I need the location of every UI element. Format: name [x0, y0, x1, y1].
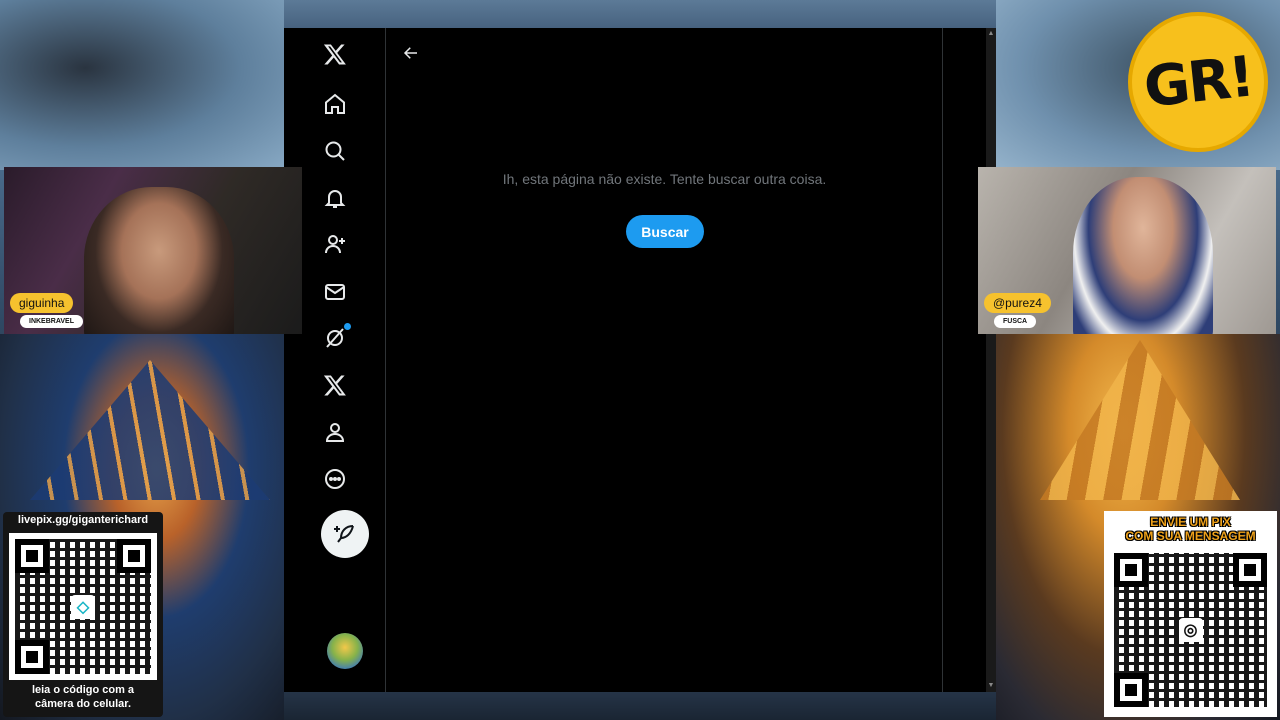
logo-text: GR!	[1140, 44, 1256, 120]
back-arrow-icon[interactable]	[398, 40, 424, 66]
post-button[interactable]	[321, 510, 369, 558]
premium-x-icon[interactable]	[317, 367, 353, 403]
background-strip-top	[284, 0, 996, 28]
qr-finder-top-right	[117, 539, 151, 573]
search-icon[interactable]	[317, 133, 353, 169]
cam-left-name: giguinha	[10, 293, 74, 313]
scroll-up-arrow-icon[interactable]: ▲	[986, 30, 996, 38]
cam-right-name: @purez4	[984, 293, 1051, 313]
webcam-left: giguinha INKEBRAVEL	[4, 167, 302, 334]
feather-plus-icon	[334, 525, 354, 543]
scrollbar[interactable]: ▲ ▼	[986, 28, 996, 692]
pix-panel-left: livepix.gg/giganterichard ◇ leia o códig…	[3, 512, 163, 717]
qr-finder-top-right	[1233, 553, 1267, 587]
add-user-icon[interactable]	[317, 226, 353, 262]
pix-logo-icon: ◇	[71, 594, 95, 619]
scroll-down-arrow-icon[interactable]: ▼	[986, 682, 996, 690]
background-strip-bottom	[284, 692, 996, 720]
qr-finder-top-left	[1114, 553, 1148, 587]
pix-caption-line2: câmera do celular.	[35, 698, 131, 710]
more-icon[interactable]	[317, 461, 353, 497]
pix-url: livepix.gg/giganterichard	[17, 514, 149, 526]
pix-headline-line2: COM SUA MENSAGEM	[1125, 529, 1256, 543]
mail-icon[interactable]	[317, 274, 353, 310]
main-column: Ih, esta página não existe. Tente buscar…	[386, 28, 943, 692]
search-button[interactable]: Buscar	[626, 215, 704, 248]
pix-caption: leia o código com a câmera do celular.	[3, 683, 163, 711]
pix-qr-code-right: ◎	[1108, 547, 1273, 713]
streamer-right	[1073, 177, 1213, 334]
qr-finder-top-left	[15, 539, 49, 573]
home-icon[interactable]	[317, 86, 353, 122]
background-scenery-left	[0, 0, 284, 170]
pix-qr-code: ◇	[9, 533, 157, 680]
qr-finder-bottom-left	[1114, 673, 1148, 707]
webcam-right: @purez4 FUSCA	[978, 167, 1276, 334]
x-sidebar-nav	[284, 28, 386, 692]
notification-dot	[344, 323, 351, 330]
x-logo-icon[interactable]	[317, 36, 353, 72]
pix-headline: ENVIE UM PIX COM SUA MENSAGEM	[1104, 515, 1277, 543]
account-avatar[interactable]	[327, 633, 363, 669]
x-app-window: Ih, esta página não existe. Tente buscar…	[284, 28, 996, 692]
cam-right-subtitle: FUSCA	[994, 315, 1037, 328]
streamer-left	[84, 187, 234, 334]
grok-icon[interactable]	[317, 320, 353, 356]
page-not-found-message: Ih, esta página não existe. Tente buscar…	[502, 171, 827, 187]
pix-logo-icon: ◎	[1178, 618, 1203, 642]
qr-finder-bottom-left	[15, 640, 49, 674]
cam-left-subtitle: INKEBRAVEL	[20, 315, 83, 328]
bell-icon[interactable]	[317, 180, 353, 216]
pix-caption-line1: leia o código com a	[31, 684, 135, 696]
person-icon[interactable]	[317, 414, 353, 450]
pix-headline-line1: ENVIE UM PIX	[1150, 515, 1231, 529]
channel-logo: GR!	[1128, 12, 1268, 152]
pix-panel-right: ENVIE UM PIX COM SUA MENSAGEM ◎	[1104, 511, 1277, 717]
